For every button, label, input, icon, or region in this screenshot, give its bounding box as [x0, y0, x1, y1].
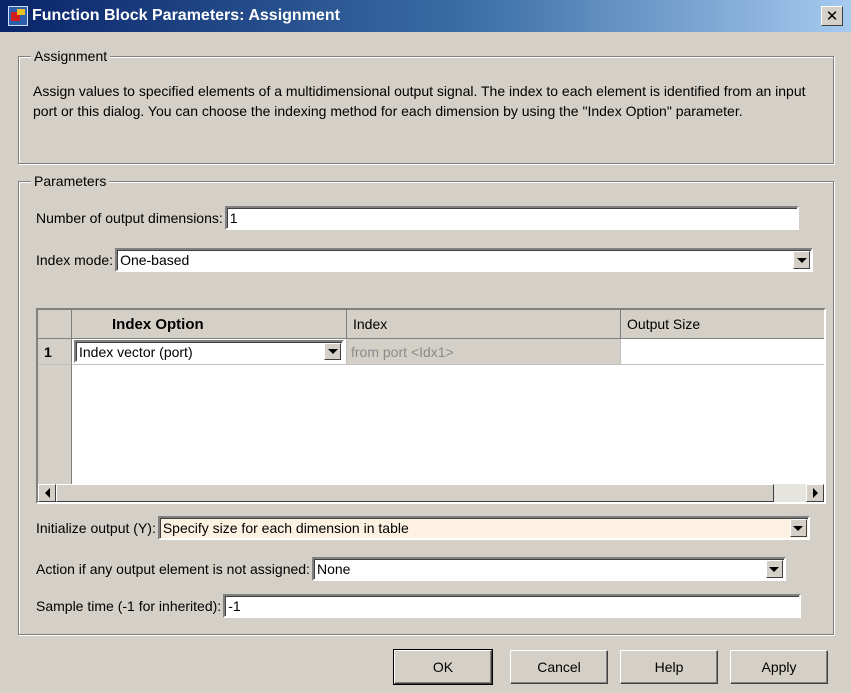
- close-button[interactable]: ✕: [821, 6, 843, 26]
- num-dims-row: Number of output dimensions: 1: [36, 206, 799, 230]
- index-mode-value: One-based: [120, 252, 190, 268]
- action-label: Action if any output element is not assi…: [36, 561, 310, 577]
- init-output-label: Initialize output (Y):: [36, 520, 156, 536]
- index-option-value: Index vector (port): [79, 343, 193, 360]
- sample-time-input[interactable]: -1: [223, 594, 802, 618]
- row-number: 1: [38, 339, 72, 365]
- simulink-block-icon: [8, 6, 28, 26]
- ok-button[interactable]: OK: [393, 649, 493, 685]
- sample-time-row: Sample time (-1 for inherited): -1: [36, 594, 802, 618]
- help-button[interactable]: Help: [620, 650, 718, 684]
- index-cell-value: from port <Idx1>: [351, 343, 454, 360]
- title-bar[interactable]: Function Block Parameters: Assignment ✕: [0, 0, 851, 32]
- index-mode-row: Index mode: One-based: [36, 248, 814, 272]
- output-size-cell[interactable]: [621, 339, 824, 365]
- init-output-row: Initialize output (Y): Specify size for …: [36, 516, 810, 540]
- window-title: Function Block Parameters: Assignment: [32, 7, 340, 24]
- header-index[interactable]: Index: [347, 310, 621, 339]
- assignment-legend: Assignment: [31, 48, 111, 64]
- index-table[interactable]: Index Option Index Output Size 1 Index v…: [36, 308, 826, 504]
- assignment-description: Assign values to specified elements of a…: [33, 83, 806, 119]
- table-corner: [38, 310, 72, 339]
- init-output-value: Specify size for each dimension in table: [162, 520, 409, 536]
- chevron-down-icon[interactable]: [324, 343, 341, 360]
- header-output-size[interactable]: Output Size: [621, 310, 824, 339]
- sample-time-label: Sample time (-1 for inherited):: [36, 598, 222, 614]
- index-mode-select[interactable]: One-based: [115, 248, 814, 272]
- index-option-select[interactable]: Index vector (port): [74, 340, 344, 363]
- init-output-select[interactable]: Specify size for each dimension in table: [157, 516, 810, 540]
- action-value: None: [316, 561, 351, 577]
- cancel-button[interactable]: Cancel: [510, 650, 608, 684]
- chevron-down-icon[interactable]: [789, 519, 807, 537]
- parameters-legend: Parameters: [31, 173, 110, 189]
- scroll-right-button[interactable]: [806, 484, 824, 502]
- index-cell: from port <Idx1>: [347, 339, 621, 365]
- num-dims-input[interactable]: 1: [224, 206, 799, 230]
- chevron-down-icon[interactable]: [765, 560, 783, 578]
- table-row: Index vector (port): [72, 339, 347, 365]
- action-row: Action if any output element is not assi…: [36, 557, 786, 581]
- header-index-option[interactable]: Index Option: [72, 310, 347, 339]
- index-mode-label: Index mode:: [36, 252, 114, 268]
- num-dims-label: Number of output dimensions:: [36, 210, 223, 226]
- apply-button[interactable]: Apply: [730, 650, 828, 684]
- assignment-group: Assignment Assign values to specified el…: [18, 48, 834, 164]
- horizontal-scrollbar[interactable]: [38, 484, 824, 502]
- action-select[interactable]: None: [311, 557, 786, 581]
- scroll-thumb[interactable]: [56, 484, 774, 502]
- chevron-down-icon[interactable]: [793, 251, 811, 269]
- scroll-left-button[interactable]: [38, 484, 56, 502]
